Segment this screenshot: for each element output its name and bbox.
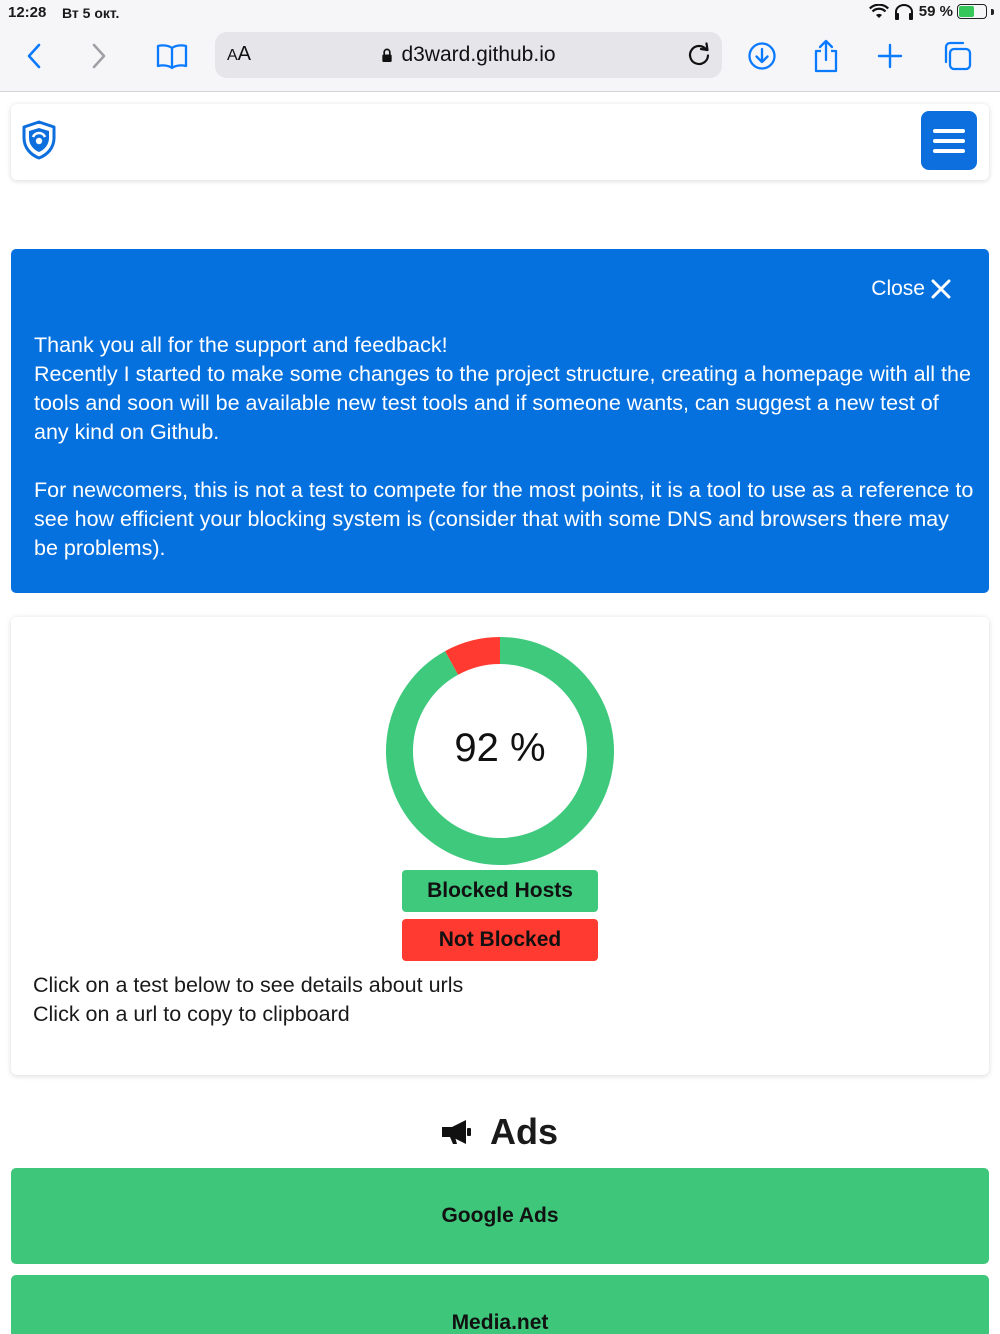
close-icon [931,279,951,299]
tabs-icon [944,41,972,71]
test-google-ads[interactable]: Google Ads [11,1168,989,1264]
hint-text: Click on a url to copy to clipboard [33,1002,350,1026]
book-icon [156,44,188,70]
shield-logo-icon[interactable] [21,120,57,160]
legend-blocked-hosts[interactable]: Blocked Hosts [402,870,598,912]
back-button[interactable] [12,36,56,76]
share-icon [814,39,838,73]
lock-icon [382,48,393,62]
status-date: Вт 5 окт. [62,5,120,21]
url-text: d3ward.github.io [401,43,556,66]
info-alert: Close Thank you all for the support and … [11,249,989,593]
bookmarks-button[interactable] [150,36,194,76]
forward-button[interactable] [77,36,121,76]
status-indicators: 59 % [868,3,994,20]
headphones-icon [894,3,913,20]
battery-icon [957,4,987,19]
test-media-net[interactable]: Media.net [11,1275,989,1334]
chevron-left-icon [27,43,41,69]
section-heading-ads: Ads [0,1111,1000,1153]
download-icon [748,42,776,70]
wifi-icon [868,3,889,18]
legend-not-blocked[interactable]: Not Blocked [402,919,598,961]
site-header [11,104,989,180]
section-title: Ads [489,1111,558,1152]
downloads-button[interactable] [740,36,784,76]
tabs-overview-button[interactable] [935,36,979,76]
battery-percent: 59 % [918,3,953,20]
share-button[interactable] [804,36,848,76]
hint-text: Click on a test below to see details abo… [33,973,464,997]
alert-paragraph: For newcomers, this is not a test to com… [34,477,974,560]
reload-icon[interactable] [684,40,714,70]
plus-icon [877,43,903,69]
megaphone-icon [441,1120,471,1144]
close-alert-button[interactable]: Close [871,277,951,301]
status-time: 12:28 [8,4,47,21]
status-bar: 12:28 Вт 5 окт. 59 % [0,0,1000,26]
alert-message: Thank you all for the support and feedba… [34,331,974,591]
donut-segment-not-blocked [445,637,501,675]
url-display[interactable]: d3ward.github.io [215,43,722,67]
hamburger-icon [933,128,965,153]
browser-toolbar: AA d3ward.github.io [0,26,1000,92]
score-label: 92 % [454,726,546,770]
close-label: Close [871,277,925,300]
address-bar[interactable]: AA d3ward.github.io [215,32,722,78]
results-card: 92 % Blocked Hosts Not Blocked Click on … [11,617,989,1075]
chevron-right-icon [92,43,106,69]
menu-button[interactable] [921,111,977,170]
alert-paragraph: Thank you all for the support and feedba… [34,333,971,444]
new-tab-button[interactable] [868,36,912,76]
